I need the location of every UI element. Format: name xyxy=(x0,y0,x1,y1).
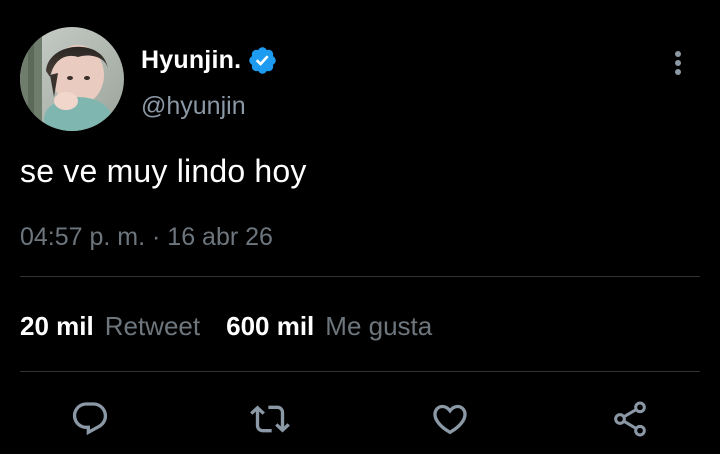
tweet-timestamp[interactable]: 04:57 p. m. · 16 abr 26 xyxy=(20,220,273,254)
like-icon xyxy=(433,404,467,435)
retweets-label: Retweet xyxy=(104,311,201,341)
retweets-stat[interactable]: 20 mil Retweet xyxy=(20,306,200,346)
verified-badge-icon xyxy=(247,45,278,76)
like-button[interactable] xyxy=(428,397,472,441)
author-display-name[interactable]: Hyunjin. xyxy=(141,42,241,78)
retweet-button[interactable] xyxy=(248,397,292,441)
reply-icon xyxy=(72,402,108,436)
avatar[interactable] xyxy=(20,27,124,131)
engagement-stats: 20 mil Retweet 600 mil Me gusta xyxy=(20,306,432,346)
share-button[interactable] xyxy=(608,397,652,441)
share-icon xyxy=(614,401,646,437)
avatar-image xyxy=(20,27,124,131)
tweet-text: se ve muy lindo hoy xyxy=(20,153,307,189)
author-name-row: Hyunjin. xyxy=(141,42,278,78)
likes-count: 600 mil xyxy=(226,311,315,341)
author-handle[interactable]: @hyunjin xyxy=(141,88,246,124)
divider xyxy=(20,371,700,372)
reply-button[interactable] xyxy=(68,397,112,441)
retweet-icon xyxy=(250,405,290,433)
likes-stat[interactable]: 600 mil Me gusta xyxy=(226,306,432,346)
retweets-count: 20 mil xyxy=(20,311,94,341)
divider xyxy=(20,276,700,277)
likes-label: Me gusta xyxy=(325,311,433,341)
more-options-icon[interactable] xyxy=(666,47,690,79)
